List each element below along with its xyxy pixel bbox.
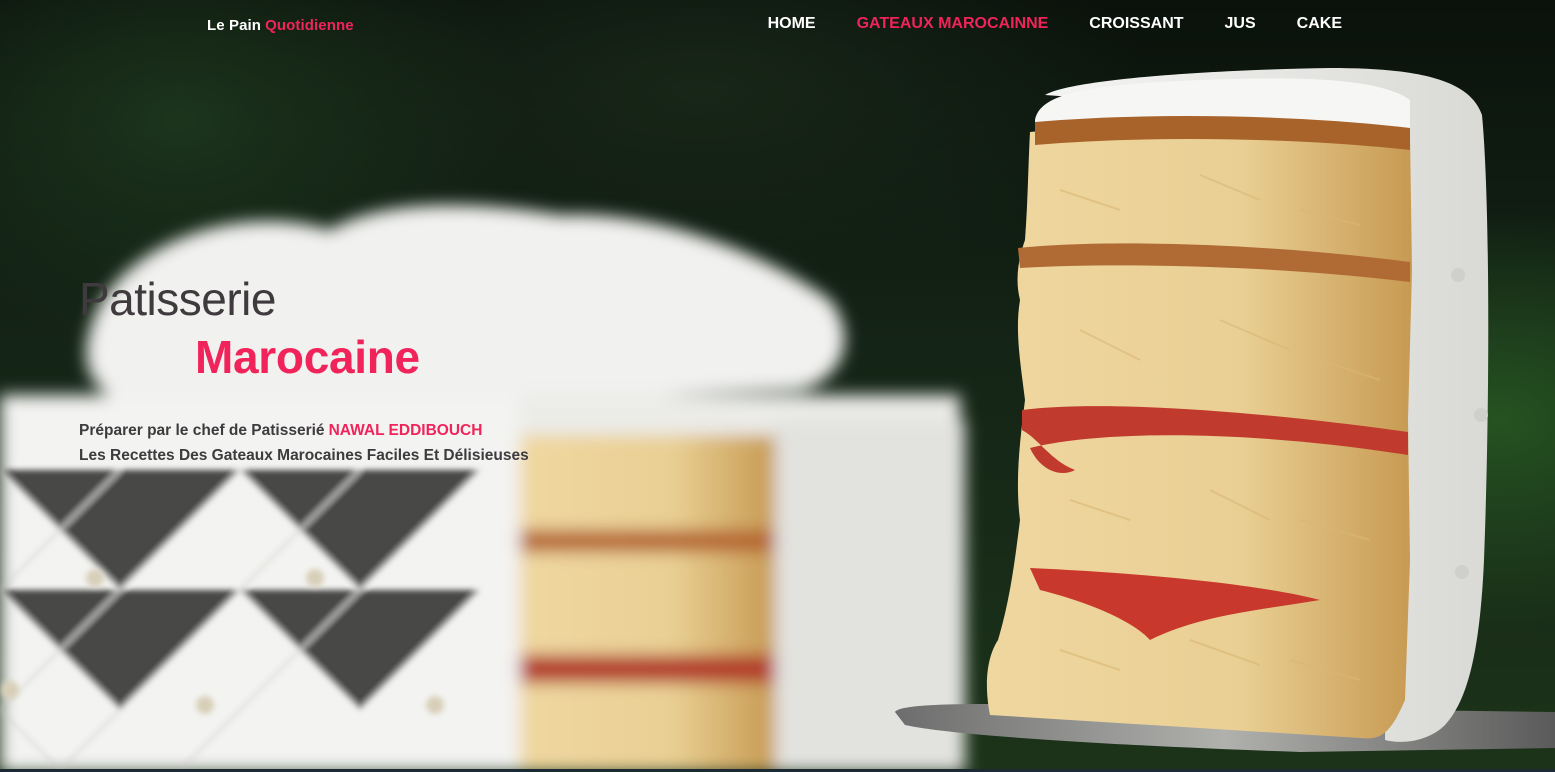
cake-photo [0,68,1555,772]
subtitle-prefix: Préparer par le chef de Patisserié [79,422,325,439]
nav-item-jus[interactable]: JUS [1225,14,1256,34]
nav-item-cake[interactable]: CAKE [1297,14,1342,34]
hero-title-line2: Marocaine [195,331,420,383]
main-nav: HOME GATEAUX MAROCAINNE CROISSANT JUS CA… [768,14,1342,34]
hero-subtitle-recipes: Les Recettes Des Gateaux Marocaines Faci… [79,447,529,464]
chef-name: NAWAL EDDIBOUCH [328,422,483,439]
nav-item-gateaux-marocainne[interactable]: GATEAUX MAROCAINNE [857,14,1049,34]
brand-name: Le Pain [207,17,262,34]
nav-item-croissant[interactable]: CROISSANT [1089,14,1183,34]
hero-title-line1: Patisserie [79,273,276,325]
nav-item-home[interactable]: HOME [768,14,816,34]
brand-logo[interactable]: Le Pain Quotidienne [207,17,354,34]
brand-accent: Quotidienne [265,17,354,34]
hero-subtitle-chef: Préparer par le chef de Patisserié NAWAL … [79,422,482,440]
hero-background [0,0,1555,772]
